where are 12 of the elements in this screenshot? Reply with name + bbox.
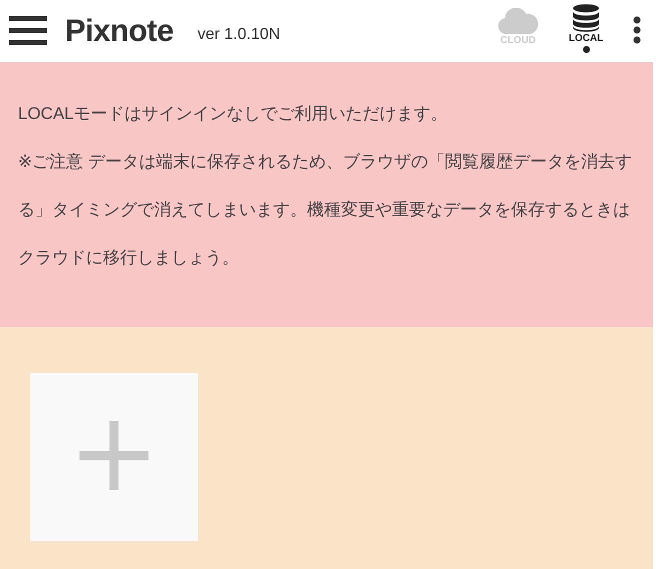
add-button[interactable]: +: [30, 373, 198, 541]
more-icon: [633, 16, 641, 44]
menu-button[interactable]: [9, 15, 49, 47]
menu-icon: [9, 16, 47, 46]
notice-text: LOCALモードはサインインなしでご利用いただけます。: [18, 103, 449, 125]
version-label: ver 1.0.10N: [197, 26, 280, 44]
mode-button[interactable]: LOCAL: [561, 4, 611, 62]
database-icon: [573, 4, 599, 32]
cloud-icon: [498, 8, 538, 34]
notice-text: ※ご注意 データは端末に保存されるため、ブラウザの「閲覧履歴データを消去する」タイミングで消えてしまいます。機種変更や重要なデータを保存するときはクラウドに移行しましょう。: [18, 151, 633, 269]
selected-dot: [582, 46, 590, 53]
app-title: Pixnote: [65, 13, 174, 49]
